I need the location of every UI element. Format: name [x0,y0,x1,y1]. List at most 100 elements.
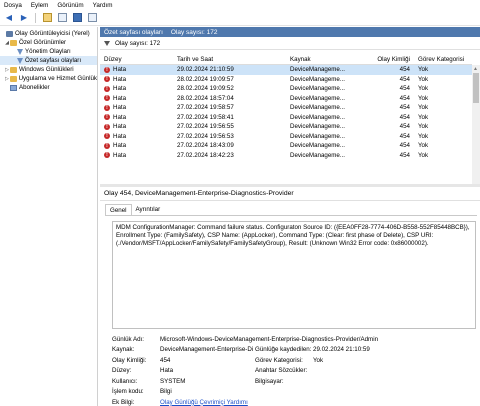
error-icon: ! [104,123,110,130]
filter-icon [104,40,110,46]
table-row[interactable]: ! Hata 28.02.2024 19:09:57 DeviceManageme..… [100,75,472,85]
properties-icon[interactable] [86,12,98,24]
level-cell: ! Hata [100,104,174,111]
table-row[interactable]: ! Hata 27.02.2024 18:43:09 DeviceManageme..… [100,141,472,151]
pane-title: Özet sayfası olayları [104,28,163,36]
tab-divider [105,215,477,216]
level-text: Hata [113,113,127,121]
level-text: Hata [113,142,127,150]
source-value: DeviceManagement-Enterprise-Di [160,346,254,354]
table-row[interactable]: ! Hata 28.02.2024 19:09:52 DeviceManageme..… [100,84,472,94]
error-icon: ! [104,104,110,111]
back-arrow-icon[interactable]: ◀ [3,12,15,24]
source-cell: DeviceManageme... [290,94,346,102]
tab-general[interactable]: Genel [105,204,132,215]
task-category-cell: Yok [418,94,429,102]
tree-item-app-service-logs[interactable]: ▷ Uygulama ve Hizmet Günlük [0,74,97,83]
table-row[interactable]: ! Hata 27.02.2024 19:58:41 DeviceManageme..… [100,113,472,123]
level-text: Hata [113,104,127,112]
tree-item-custom-views[interactable]: ◢ Özel Görünümler [0,38,97,47]
tree-item-label: Windows Günlükleri [19,66,74,73]
error-icon: ! [104,66,110,73]
folder-icon [9,75,17,82]
tree-item-administrative-events[interactable]: Yönetim Olayları [0,47,97,56]
tree-item-label: Uygulama ve Hizmet Günlük [18,75,97,82]
event-id-cell: 454 [399,94,410,102]
date-cell: 28.02.2024 19:09:52 [177,85,234,93]
column-header-date[interactable]: Tarih ve Saat [174,56,289,63]
source-cell: DeviceManageme... [290,142,346,150]
event-message[interactable]: MDM ConfigurationManager: Command failur… [112,221,476,329]
log-name-label: Günlük Adı: [112,335,144,343]
level-text: Hata [113,85,127,93]
column-header-source[interactable]: Kaynak [289,56,375,63]
table-row[interactable]: ! Hata 27.02.2024 18:42:23 DeviceManageme..… [100,151,472,161]
filter-icon [17,48,23,55]
source-cell: DeviceManageme... [290,113,346,121]
table-scrollbar[interactable]: ▲ [472,65,480,184]
event-id-cell: 454 [399,151,410,159]
column-header-task-category[interactable]: Görev Kategorisi [412,56,472,63]
detail-title: Olay 454, DeviceManagement-Enterprise-Di… [100,187,480,201]
level-cell: ! Hata [100,66,174,73]
table-row[interactable]: ! Hata 28.02.2024 18:57:04 DeviceManageme..… [100,94,472,104]
menu-file[interactable]: Dosya [4,2,22,9]
help-icon[interactable] [71,12,83,24]
tree-item-subscriptions[interactable]: Abonelikler [0,83,97,92]
column-header-level[interactable]: Düzey [100,56,174,63]
detail-tabs: Genel Ayrıntılar [105,204,164,215]
expand-arrow-icon[interactable]: ▷ [4,76,10,82]
tree-item-windows-logs[interactable]: ▷ Windows Günlükleri [0,65,97,74]
filter-icon [17,57,23,64]
menu-view[interactable]: Görünüm [57,2,83,9]
event-properties: Günlük Adı: Microsoft-Windows-DeviceMana… [112,334,476,406]
table-row[interactable]: ! Hata 27.02.2024 19:58:57 DeviceManageme..… [100,103,472,113]
error-icon: ! [104,114,110,121]
level-text: Hata [113,94,127,102]
event-id-label: Olay Kimliği: [112,356,147,364]
toolbar: ◀ ▶ [0,10,480,26]
show-hide-tree-icon[interactable] [56,12,68,24]
table-row[interactable]: ! Hata 27.02.2024 19:56:53 DeviceManageme..… [100,132,472,142]
tree-item-event-viewer-local[interactable]: Olay Görüntüleyicisi (Yerel) [0,29,97,38]
scrollbar-thumb[interactable] [473,73,479,103]
menu-bar: Dosya Eylem Görünüm Yardım [0,0,480,10]
prop-row-event-id: Olay Kimliği: 454 Görev Kategorisi: Yok [112,355,476,366]
online-help-link[interactable]: Olay Günlüğü Çevrimiçi Yardımı [160,399,248,406]
event-id-cell: 454 [399,85,410,93]
date-cell: 27.02.2024 18:42:23 [177,151,234,159]
tree-item-label: Abonelikler [19,84,50,91]
logged-label: Günlüğe kaydedilen: [255,346,312,354]
scroll-up-arrow-icon[interactable]: ▲ [473,66,478,72]
level-cell: ! Hata [100,114,174,121]
event-id-cell: 454 [399,104,410,112]
prop-row-opcode: İşlem kodu: Bilgi [112,387,476,398]
folder-up-icon[interactable] [41,12,53,24]
table-row[interactable]: ! Hata 29.02.2024 21:10:59 DeviceManageme..… [100,65,472,75]
level-cell: ! Hata [100,133,174,140]
tree-item-summary-page-events[interactable]: Özet sayfası olayları [0,56,97,65]
prop-row-source: Kaynak: DeviceManagement-Enterprise-Di G… [112,345,476,356]
prop-row-user: Kullanıcı: SYSTEM Bilgisayar: [112,376,476,387]
level-text: Hata [113,123,127,131]
level-cell: ! Hata [100,85,174,92]
toolbar-divider [35,12,36,23]
level-cell: ! Hata [100,152,174,159]
folder-icon [10,66,17,73]
events-table: Düzey Tarih ve Saat Kaynak Olay Kimliği … [100,54,472,184]
date-cell: 27.02.2024 19:56:55 [177,123,234,131]
keywords-label: Anahtar Sözcükler: [255,367,308,375]
column-header-event-id[interactable]: Olay Kimliği [375,56,412,63]
navigation-tree: Olay Görüntüleyicisi (Yerel) ◢ Özel Görü… [0,27,98,406]
menu-action[interactable]: Eylem [31,2,49,9]
menu-help[interactable]: Yardım [93,2,113,9]
tab-details[interactable]: Ayrıntılar [132,204,165,215]
forward-arrow-icon[interactable]: ▶ [18,12,30,24]
table-row[interactable]: ! Hata 27.02.2024 19:56:55 DeviceManageme..… [100,122,472,132]
source-cell: DeviceManageme... [290,151,346,159]
event-detail-panel: Olay 454, DeviceManagement-Enterprise-Di… [100,187,480,406]
level-cell: ! Hata [100,142,174,149]
error-icon: ! [104,76,110,83]
more-info-label: Ek Bilgi: [112,398,135,406]
user-value: SYSTEM [160,377,186,385]
